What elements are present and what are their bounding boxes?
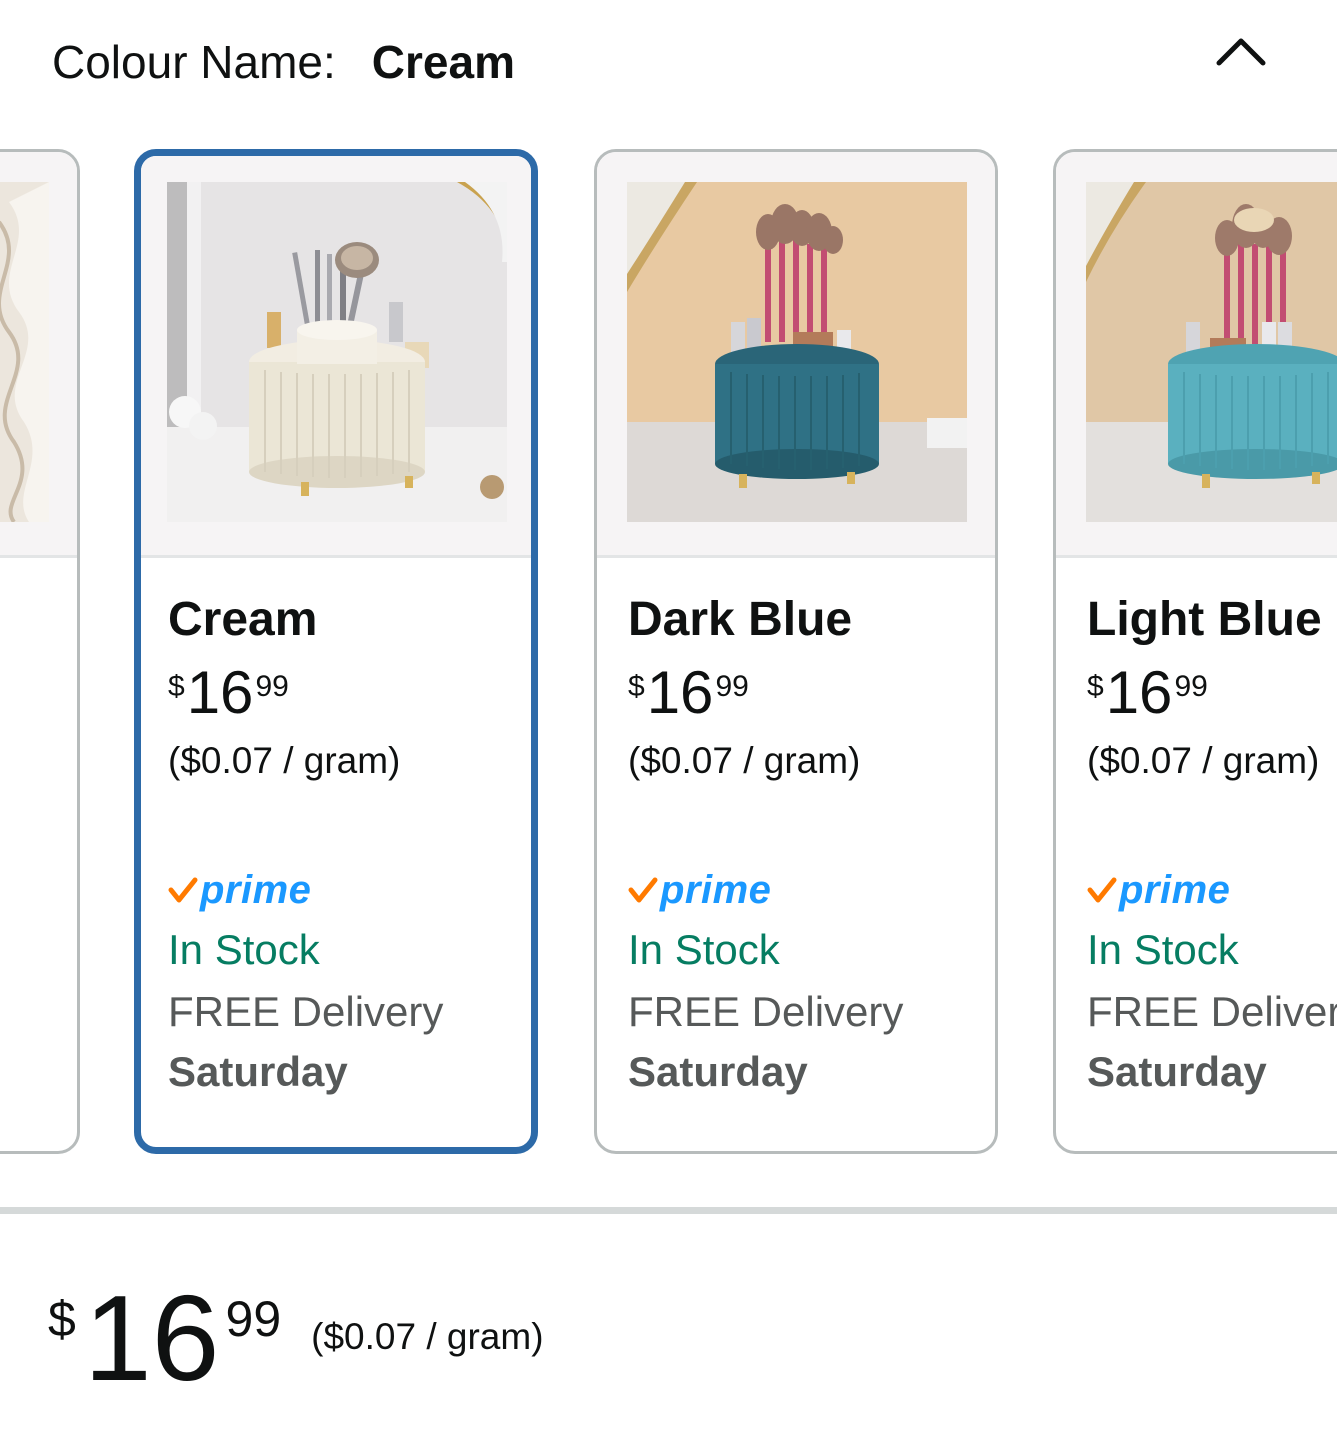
swatch-name: Light Blue [1087,593,1322,646]
delivery-day: Saturday [1087,1048,1267,1095]
delivery-day: Saturday [168,1048,348,1095]
price-symbol: $ [1087,670,1104,703]
swatch-name: Cream [168,593,318,646]
prime-label: prime [1119,867,1231,912]
swatch-image-area [141,156,531,558]
stock-status: In Stock [1087,926,1239,973]
price-symbol: $ [48,1291,76,1347]
swatch-card-cream[interactable]: Cream $ 16 99 ($0.07 / gram) prime In St… [134,149,538,1154]
prime-check-icon [168,877,198,903]
price-fraction: 99 [1174,670,1208,703]
price-fraction: 99 [225,1291,282,1347]
swatch-price: $ 16 99 [1087,662,1337,724]
swatch-price: $ 16 99 [628,662,995,724]
price-whole: 16 [1105,659,1173,726]
prime-label: prime [660,867,772,912]
price-symbol: $ [628,670,645,703]
summary-unit-price: ($0.07 / gram) [311,1316,544,1357]
stock-status: In Stock [168,926,320,973]
unit-price: ($0.07 / gram) [628,740,861,781]
price-fraction: 99 [715,670,749,703]
swatch-name: Dark Blue [628,593,853,646]
delivery-text: FREE Delivery [168,988,444,1035]
delivery-text: FREE Delivery [1087,988,1337,1035]
delivery-text: FREE Delivery [628,988,904,1035]
colour-swatch-carousel[interactable]: Cream $ 16 99 ($0.07 / gram) prime In St… [0,0,1337,1200]
swatch-image-area [597,152,995,558]
swatch-card-light-blue[interactable]: Light Blue $ 16 99 ($0.07 / gram) prime … [1053,149,1337,1154]
unit-price: ($0.07 / gram) [1087,740,1320,781]
swatch-card-dark-blue[interactable]: Dark Blue $ 16 99 ($0.07 / gram) prime I… [594,149,998,1154]
delivery-day: Saturday [628,1048,808,1095]
swatch-info: Cream $ 16 99 ($0.07 / gram) prime In St… [168,592,531,1096]
price-whole: 16 [646,659,714,726]
swatch-photo [167,182,507,522]
swatch-info: Dark Blue $ 16 99 ($0.07 / gram) prime I… [628,592,995,1096]
prime-badge: prime [1087,866,1337,914]
prime-check-icon [628,877,658,903]
swatch-info: Light Blue $ 16 99 ($0.07 / gram) prime … [1087,592,1337,1096]
prime-check-icon [1087,877,1117,903]
unit-price: ($0.07 / gram) [168,740,401,781]
prime-badge: prime [628,866,995,914]
prime-badge: prime [168,866,531,914]
colour-selector-page: Colour Name: Cream Cream $ 16 99 ($0.07 … [0,0,1337,1440]
stock-status: In Stock [628,926,780,973]
prime-label: prime [200,867,312,912]
swatch-image-area [1056,152,1337,558]
price-fraction: 99 [255,670,289,703]
price-whole: 16 [83,1270,220,1406]
swatch-photo [1086,182,1337,522]
swatch-image-area [0,152,77,558]
swatch-card-partial[interactable] [0,149,80,1154]
section-divider [0,1207,1337,1214]
swatch-price: $ 16 99 [168,662,531,724]
price-symbol: $ [168,670,185,703]
summary-price: $ 16 99 ($0.07 / gram) [48,1270,544,1406]
swatch-photo [627,182,967,522]
price-whole: 16 [186,659,254,726]
swatch-photo [0,182,49,522]
